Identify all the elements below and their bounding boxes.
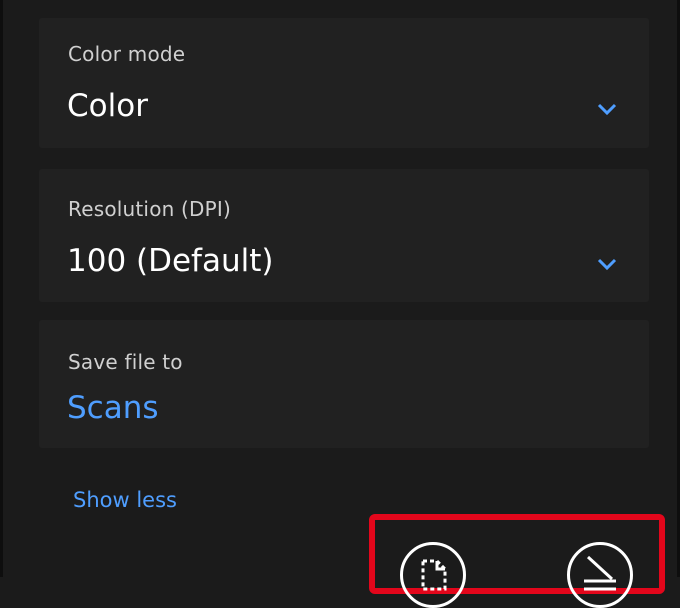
preview-crop-icon (421, 559, 447, 591)
chevron-down-icon[interactable] (597, 102, 617, 116)
resolution-dropdown[interactable]: Resolution (DPI) 100 (Default) (39, 169, 649, 302)
scan-icon (584, 555, 616, 591)
color-mode-dropdown[interactable]: Color mode Color (39, 18, 649, 148)
show-less-link[interactable]: Show less (73, 488, 177, 512)
resolution-label: Resolution (DPI) (68, 197, 232, 221)
color-mode-label: Color mode (68, 42, 186, 66)
chevron-down-icon[interactable] (597, 257, 617, 271)
color-mode-value: Color (67, 88, 148, 124)
save-location-link[interactable]: Scans (67, 390, 159, 426)
resolution-value: 100 (Default) (67, 243, 274, 279)
save-location-setting: Save file to Scans (39, 320, 649, 448)
scan-settings-panel: Color mode Color Resolution (DPI) 100 (D… (0, 0, 680, 608)
scan-button[interactable] (567, 542, 633, 608)
preview-button[interactable] (400, 542, 466, 608)
save-location-label: Save file to (68, 350, 183, 374)
